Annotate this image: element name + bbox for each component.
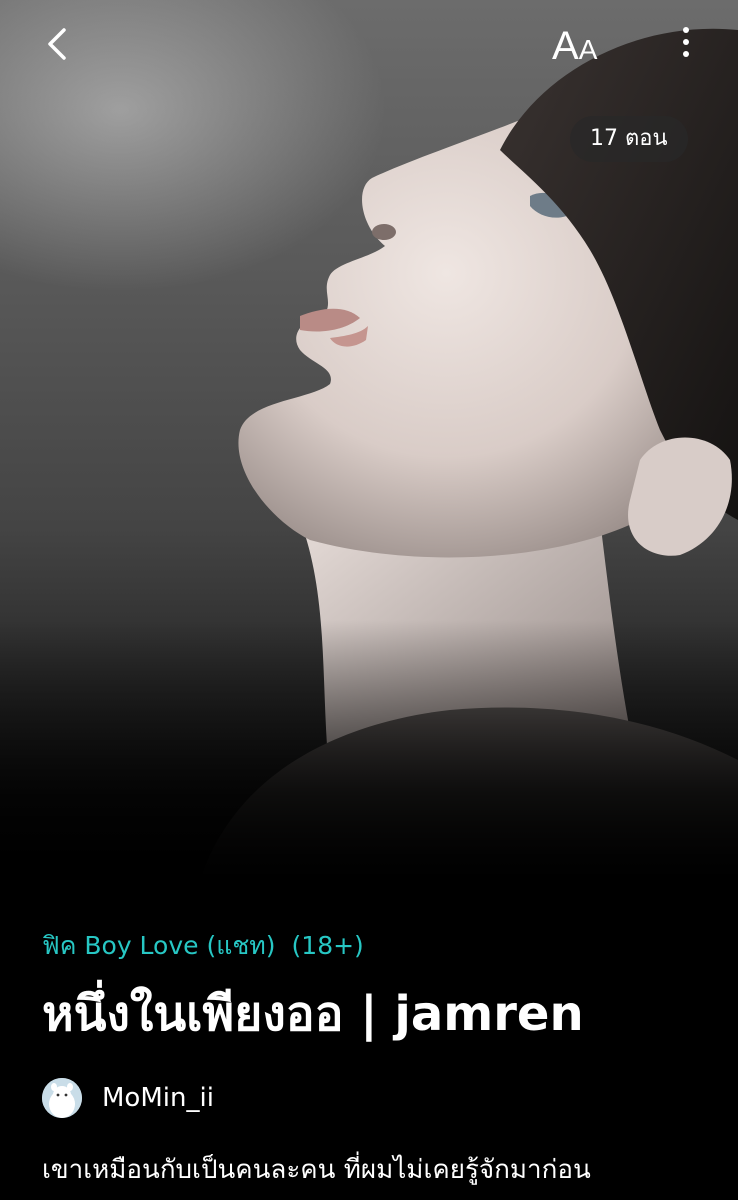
font-size-icon-small: A bbox=[578, 34, 598, 65]
story-info: ฟิค Boy Love (แชท) (18+) หนึ่งในเพียงออ |… bbox=[42, 920, 722, 1192]
story-synopsis: เขาเหมือนกับเป็นคนละคน ที่ผมไม่เคยรู้จัก… bbox=[42, 1155, 591, 1185]
category-line: ฟิค Boy Love (แชท) (18+) bbox=[42, 920, 722, 972]
author-name[interactable]: MoMin_ii bbox=[102, 1072, 214, 1124]
cover-gradient-overlay bbox=[0, 620, 738, 880]
author-row[interactable]: MoMin_ii bbox=[42, 1072, 722, 1124]
vertical-dots-icon bbox=[670, 27, 702, 57]
category-label[interactable]: ฟิค Boy Love (แชท) bbox=[42, 931, 276, 960]
font-size-icon-large: A bbox=[552, 24, 579, 68]
top-bar: AA bbox=[0, 0, 738, 92]
story-detail-screen: AA 17 ตอน ฟิค Boy Love (แชท) (18+) หนึ่งใ… bbox=[0, 0, 738, 1200]
font-size-button[interactable]: AA bbox=[552, 20, 616, 72]
episode-count-badge: 17 ตอน bbox=[570, 116, 688, 162]
more-options-button[interactable] bbox=[670, 22, 702, 68]
avatar-image bbox=[42, 1078, 82, 1118]
back-button[interactable] bbox=[36, 22, 80, 66]
rating-label: (18+) bbox=[291, 931, 364, 960]
chevron-left-icon bbox=[48, 28, 66, 60]
author-avatar[interactable] bbox=[42, 1078, 82, 1118]
story-title: หนึ่งในเพียงออ | jamren bbox=[42, 986, 584, 1042]
